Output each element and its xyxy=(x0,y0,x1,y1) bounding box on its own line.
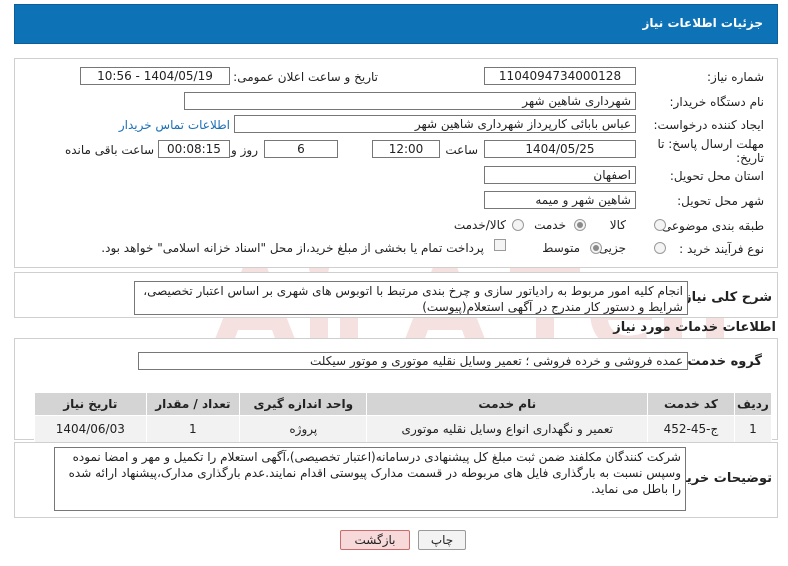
process-radio-medium[interactable] xyxy=(590,242,602,254)
deadline-label: مهلت ارسال پاسخ: تا تاریخ: xyxy=(657,137,764,165)
deadline-time-field: 12:00 xyxy=(372,140,440,158)
description-text: انجام کلیه امور مربوط به رادیاتور سازی و… xyxy=(134,281,688,315)
page-title: جزئیات اطلاعات نیاز xyxy=(642,16,763,30)
city-label: شهر محل تحویل: xyxy=(677,194,764,208)
deadline-date-field: 1404/05/25 xyxy=(484,140,636,158)
need-number-label: شماره نیاز: xyxy=(707,70,764,84)
announce-datetime-field: 1404/05/19 - 10:56 xyxy=(80,67,230,85)
service-group-label: گروه خدمت: xyxy=(682,354,762,369)
category-radio-service[interactable] xyxy=(574,219,586,231)
city-field: شاهین شهر و میمه xyxy=(484,191,636,209)
services-section-title: اطلاعات خدمات مورد نیاز xyxy=(613,320,776,335)
back-button[interactable]: بازگشت xyxy=(340,530,410,550)
category-radio-goods-service[interactable] xyxy=(512,219,524,231)
process-radio-minor[interactable] xyxy=(654,242,666,254)
category-radio-goods[interactable] xyxy=(654,219,666,231)
announce-datetime-label: تاریخ و ساعت اعلان عمومی: xyxy=(233,70,378,84)
print-button[interactable]: چاپ xyxy=(418,530,466,550)
payment-checkbox[interactable] xyxy=(494,239,506,251)
buyer-notes-text: شرکت کنندگان مکلفند ضمن ثبت مبلغ کل پیشن… xyxy=(54,447,686,511)
col-date-header: تاریخ نیاز xyxy=(34,392,147,416)
buyer-contact-link[interactable]: اطلاعات تماس خریدار xyxy=(119,118,230,132)
table-row: 1 ج-45-452 تعمیر و نگهداری انواع وسایل ن… xyxy=(34,415,773,443)
col-name-header: نام خدمت xyxy=(366,392,649,416)
creator-field: عباس بابائی کارپرداز شهرداری شاهین شهر xyxy=(234,115,636,133)
process-label: نوع فرآیند خرید : xyxy=(679,242,764,256)
services-table: ردیف کد خدمت نام خدمت واحد اندازه گیری ت… xyxy=(34,392,773,443)
cell-unit: پروژه xyxy=(239,415,368,443)
service-group-field: عمده فروشی و خرده فروشی ؛ تعمیر وسایل نق… xyxy=(138,352,688,370)
process-option-minor: جزیی xyxy=(598,241,626,255)
header-bar: جزئیات اطلاعات نیاز xyxy=(14,4,778,44)
days-label: روز و xyxy=(231,143,258,157)
payment-note: پرداخت تمام یا بخشی از مبلغ خرید،از محل … xyxy=(101,241,484,255)
category-option-goods: کالا xyxy=(609,218,626,232)
description-label: شرح کلی نیاز: xyxy=(678,290,772,305)
cell-code: ج-45-452 xyxy=(647,415,735,443)
category-option-service: خدمت xyxy=(534,218,566,232)
buyer-org-field: شهرداری شاهین شهر xyxy=(184,92,636,110)
cell-qty: 1 xyxy=(145,415,241,443)
remaining-time-field: 00:08:15 xyxy=(158,140,230,158)
days-field: 6 xyxy=(264,140,338,158)
category-option-goods-service: کالا/خدمت xyxy=(453,218,506,232)
cell-row: 1 xyxy=(733,415,773,443)
province-label: استان محل تحویل: xyxy=(669,169,764,183)
cell-name: تعمیر و نگهداری انواع وسایل نقلیه موتوری xyxy=(366,415,649,443)
col-qty-header: تعداد / مقدار xyxy=(145,392,241,416)
process-option-medium: متوسط xyxy=(542,241,580,255)
col-row-header: ردیف xyxy=(733,392,773,416)
cell-date: 1404/06/03 xyxy=(34,415,147,443)
col-unit-header: واحد اندازه گیری xyxy=(239,392,368,416)
buyer-org-label: نام دستگاه خریدار: xyxy=(669,95,765,109)
province-field: اصفهان xyxy=(484,166,636,184)
category-label: طبقه بندی موضوعی: xyxy=(657,219,764,233)
remaining-time-label: ساعت باقی مانده xyxy=(64,143,154,157)
col-code-header: کد خدمت xyxy=(647,392,735,416)
need-number-field: 1104094734000128 xyxy=(484,67,636,85)
table-header-row: ردیف کد خدمت نام خدمت واحد اندازه گیری ت… xyxy=(34,392,773,416)
deadline-time-label: ساعت xyxy=(445,143,478,157)
creator-label: ایجاد کننده درخواست: xyxy=(653,118,764,132)
